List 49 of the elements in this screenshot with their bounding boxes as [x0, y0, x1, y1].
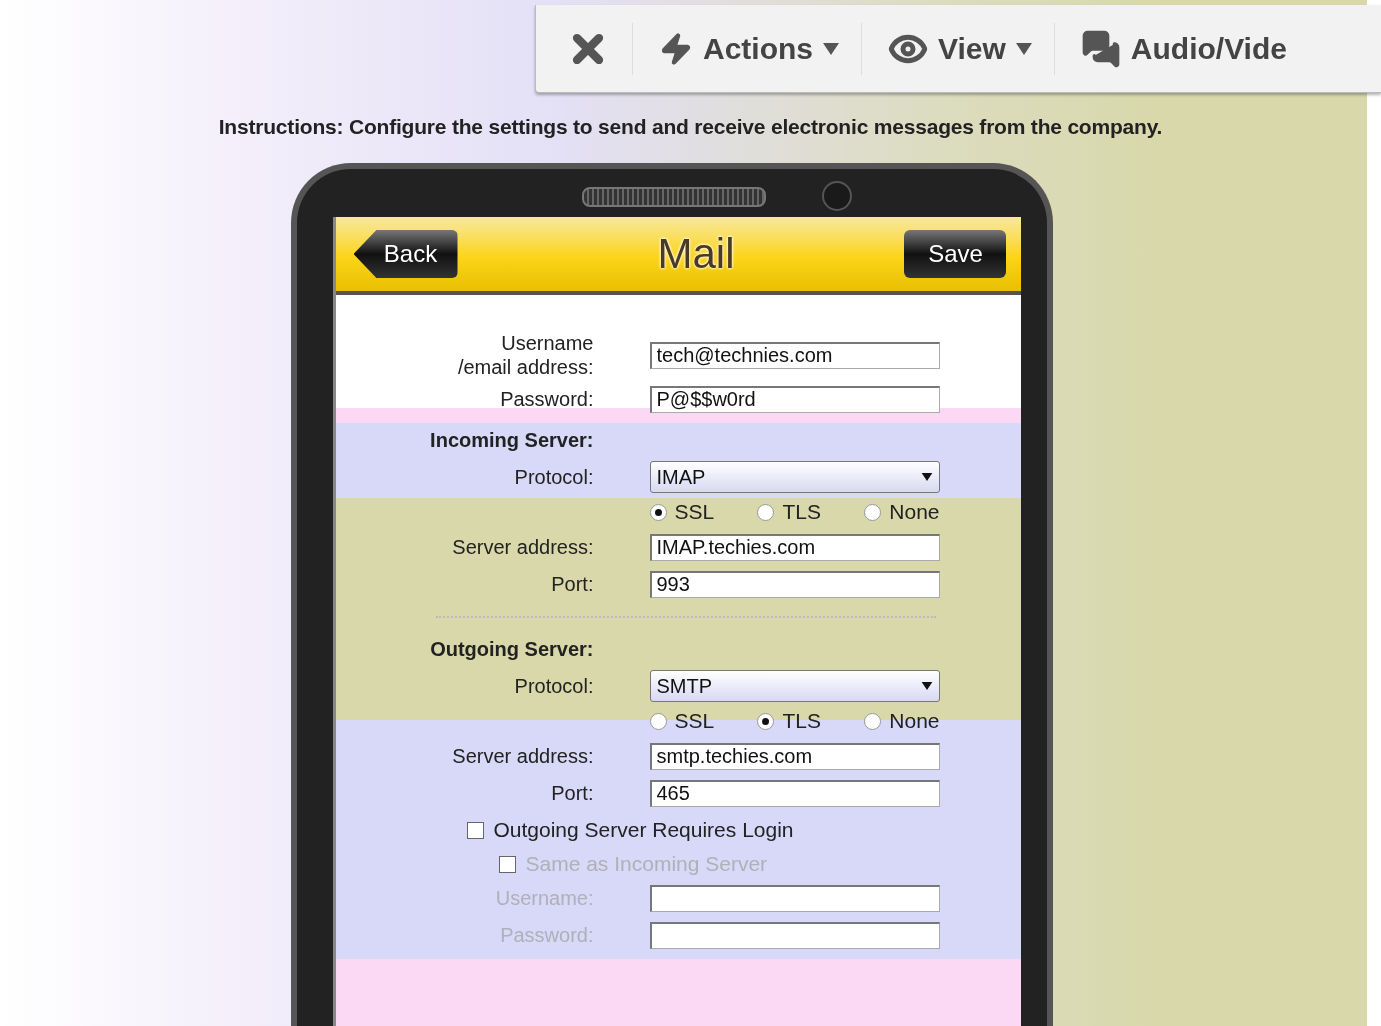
- instructions-text: Instructions: Configure the settings to send and receive electronic messages from the company.: [218, 115, 1163, 139]
- security-radio-option[interactable]: None: [864, 709, 940, 733]
- section-heading: Incoming Server:: [429, 428, 594, 452]
- checkbox-label: Outgoing Server Requires Login: [493, 818, 794, 842]
- caret-icon: [920, 473, 933, 481]
- back-button[interactable]: Back: [353, 230, 458, 278]
- text-field[interactable]: smtp.techies.com: [649, 742, 940, 770]
- radio-button[interactable]: [649, 503, 667, 521]
- radio-button[interactable]: [757, 503, 775, 521]
- checkbox[interactable]: [466, 821, 484, 839]
- text-field[interactable]: P@$$w0rd: [649, 385, 940, 413]
- text-field[interactable]: 465: [649, 779, 940, 807]
- actions-menu-button[interactable]: Actions: [633, 18, 861, 79]
- text-field[interactable]: IMAP.techies.com: [649, 533, 940, 561]
- field-label: Port:: [550, 572, 594, 596]
- protocol-dropdown[interactable]: SMTP: [649, 670, 940, 702]
- field-label: Port:: [550, 781, 594, 805]
- save-button[interactable]: Save: [904, 230, 1007, 278]
- field-label: Protocol:: [513, 465, 594, 489]
- chat-menu-button[interactable]: Audio/Vide: [1054, 18, 1309, 79]
- screen-title: Mail: [657, 230, 735, 278]
- text-field[interactable]: tech@technies.com: [649, 341, 940, 369]
- security-radio-option[interactable]: TLS: [757, 709, 821, 733]
- security-radio-option[interactable]: None: [864, 500, 940, 524]
- radio-button[interactable]: [649, 712, 667, 730]
- security-radio-option[interactable]: SSL: [649, 709, 715, 733]
- radio-button[interactable]: [757, 712, 775, 730]
- field-label: Password:: [499, 387, 594, 411]
- field-label: Username /email address:: [456, 331, 594, 379]
- chat-bubbles-icon: [1080, 28, 1121, 69]
- checkbox-label: Same as Incoming Server: [525, 852, 768, 876]
- caret-icon: [1015, 42, 1032, 55]
- field-label: Protocol:: [513, 674, 594, 698]
- field-label: Server address:: [451, 535, 594, 559]
- view-menu-button[interactable]: View: [862, 18, 1054, 79]
- security-radio-option[interactable]: TLS: [757, 500, 821, 524]
- camera-lens: [821, 181, 852, 211]
- text-field[interactable]: 993: [649, 570, 940, 598]
- caret-icon: [823, 42, 839, 55]
- field-label: Server address:: [451, 744, 594, 768]
- field-label: Password:: [499, 923, 594, 947]
- field-label: Username:: [494, 886, 594, 910]
- radio-button[interactable]: [864, 712, 882, 730]
- security-radio-option[interactable]: SSL: [649, 500, 715, 524]
- caret-icon: [920, 682, 933, 690]
- protocol-dropdown[interactable]: IMAP: [649, 461, 940, 493]
- lightning-icon: [659, 31, 693, 66]
- radio-button[interactable]: [864, 503, 882, 521]
- section-heading: Outgoing Server:: [429, 637, 594, 661]
